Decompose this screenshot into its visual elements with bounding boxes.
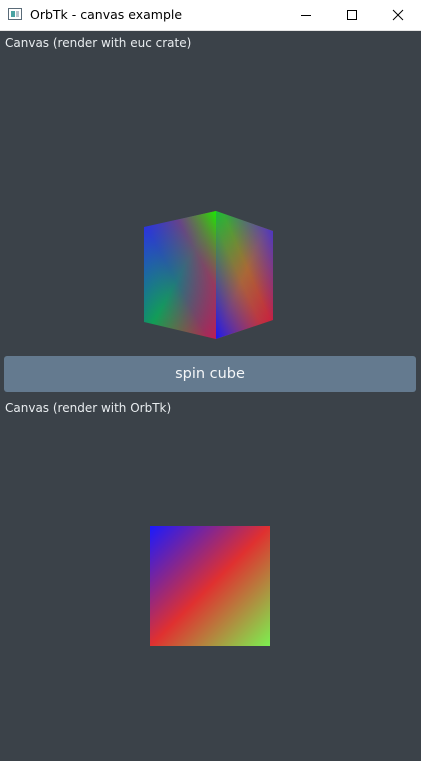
euc-canvas bbox=[0, 54, 421, 352]
orbtk-canvas-label: Canvas (render with OrbTk) bbox=[5, 401, 172, 415]
close-button[interactable] bbox=[375, 0, 421, 30]
euc-canvas-label: Canvas (render with euc crate) bbox=[5, 36, 192, 50]
orbtk-canvas bbox=[0, 420, 421, 761]
app-window: OrbTk - canvas example Canvas (render wi… bbox=[0, 0, 421, 761]
title-bar[interactable]: OrbTk - canvas example bbox=[0, 0, 421, 31]
close-icon bbox=[392, 9, 404, 21]
cube-render bbox=[144, 211, 273, 339]
window-title: OrbTk - canvas example bbox=[30, 7, 183, 22]
maximize-button[interactable] bbox=[329, 0, 375, 30]
minimize-button[interactable] bbox=[283, 0, 329, 30]
spin-cube-button[interactable]: spin cube bbox=[4, 356, 416, 392]
maximize-icon bbox=[347, 10, 357, 20]
app-icon bbox=[8, 8, 22, 20]
minimize-icon bbox=[301, 15, 311, 16]
gradient-square bbox=[150, 526, 270, 646]
